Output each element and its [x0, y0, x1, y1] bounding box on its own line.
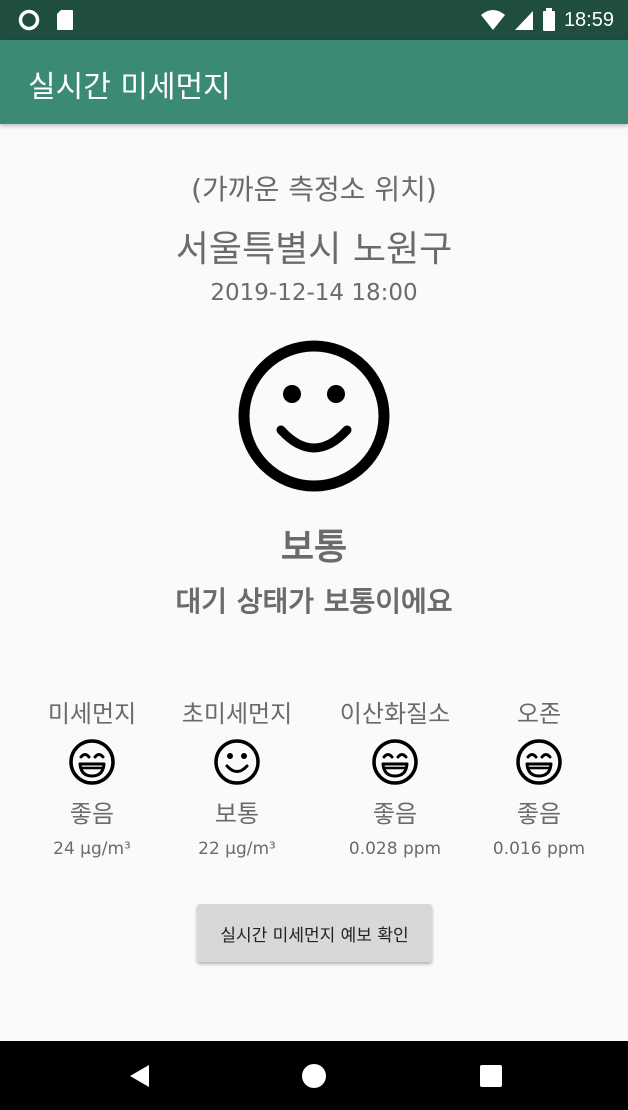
pollutant-value: 0.016 ppm [492, 839, 586, 859]
pollutant-o3: 오존 좋음 0.016 ppm [464, 694, 614, 859]
navigation-bar [0, 1041, 628, 1110]
status-bar: 18:59 [0, 0, 628, 40]
location-name: 서울특별시 노원구 [175, 229, 453, 270]
pollutant-value: 22 µg/m³ [198, 839, 276, 859]
smile-face-icon [238, 340, 390, 492]
forecast-button[interactable]: 실시간 미세먼지 예보 확인 [197, 904, 432, 962]
cell-signal-icon [514, 11, 533, 30]
home-icon[interactable] [299, 1061, 329, 1091]
pollutant-list: 미세먼지 좋음 24 µg/m³ 초미세먼지 보통 22 µg/m³ 이산화질소… [0, 694, 628, 864]
laughing-face-icon [69, 739, 115, 785]
pollutant-pm25: 초미세먼지 보통 22 µg/m³ [162, 694, 312, 859]
notification-circle-icon [18, 9, 40, 31]
app-title: 실시간 미세먼지 [28, 70, 231, 105]
smile-face-icon [214, 739, 260, 785]
measurement-datetime: 2019-12-14 18:00 [210, 280, 418, 306]
location-caption: (가까운 측정소 위치) [191, 173, 437, 206]
pollutant-level: 보통 [214, 800, 260, 828]
pollutant-level: 좋음 [69, 800, 115, 828]
pollutant-level: 좋음 [516, 800, 562, 828]
pollutant-pm10: 미세먼지 좋음 24 µg/m³ [17, 694, 167, 859]
pollutant-name: 이산화질소 [339, 700, 451, 728]
wifi-icon [480, 10, 505, 30]
main-content: (가까운 측정소 위치) 서울특별시 노원구 2019-12-14 18:00 … [0, 124, 628, 1041]
pollutant-name: 초미세먼지 [181, 700, 293, 728]
app-bar: 실시간 미세먼지 [0, 40, 628, 124]
pollutant-level: 좋음 [372, 800, 418, 828]
laughing-face-icon [372, 739, 418, 785]
pollutant-value: 24 µg/m³ [53, 839, 131, 859]
pollutant-name: 오존 [516, 700, 562, 728]
overall-message: 대기 상태가 보통이에요 [175, 585, 453, 618]
laughing-face-icon [516, 739, 562, 785]
status-time: 18:59 [563, 8, 614, 31]
pollutant-value: 0.028 ppm [348, 839, 442, 859]
recents-icon[interactable] [476, 1061, 506, 1091]
sd-card-icon [57, 10, 73, 30]
back-icon[interactable] [125, 1061, 155, 1091]
pollutant-name: 미세먼지 [47, 700, 137, 728]
battery-icon [542, 8, 555, 31]
overall-status: 보통 [280, 527, 348, 568]
pollutant-no2: 이산화질소 좋음 0.028 ppm [320, 694, 470, 859]
